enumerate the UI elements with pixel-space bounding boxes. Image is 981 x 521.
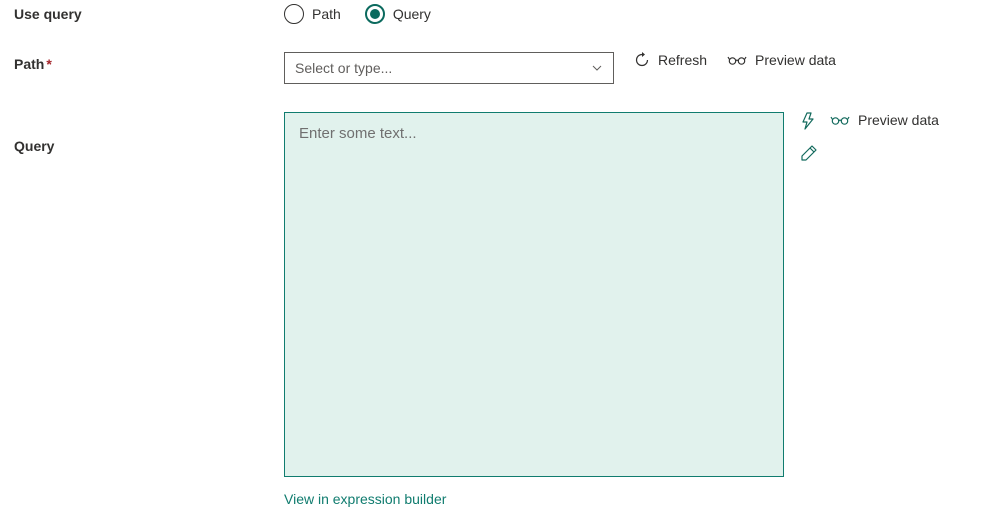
radio-path-label: Path [312,6,341,22]
preview-data-label: Preview data [755,52,836,68]
use-query-radio-group: Path Query [284,2,431,24]
view-expression-builder-link[interactable]: View in expression builder [284,491,446,507]
path-select-placeholder: Select or type... [295,60,392,76]
lightning-icon[interactable] [800,112,818,130]
radio-option-path[interactable]: Path [284,4,341,24]
preview-data-button-2[interactable]: Preview data [830,112,939,128]
radio-query-label: Query [393,6,431,22]
refresh-label: Refresh [658,52,707,68]
query-label: Query [14,112,284,154]
use-query-label: Use query [14,2,284,22]
glasses-icon [830,113,850,127]
chevron-down-icon [591,62,603,74]
preview-data-label-2: Preview data [858,112,939,128]
glasses-icon [727,53,747,67]
preview-data-button[interactable]: Preview data [727,52,836,68]
refresh-icon [634,52,650,68]
query-textarea[interactable] [284,112,784,477]
radio-icon [284,4,304,24]
path-label: Path* [14,52,284,72]
path-select[interactable]: Select or type... [284,52,614,84]
radio-icon [365,4,385,24]
refresh-button[interactable]: Refresh [634,52,707,68]
edit-icon[interactable] [800,144,818,162]
radio-option-query[interactable]: Query [365,4,431,24]
